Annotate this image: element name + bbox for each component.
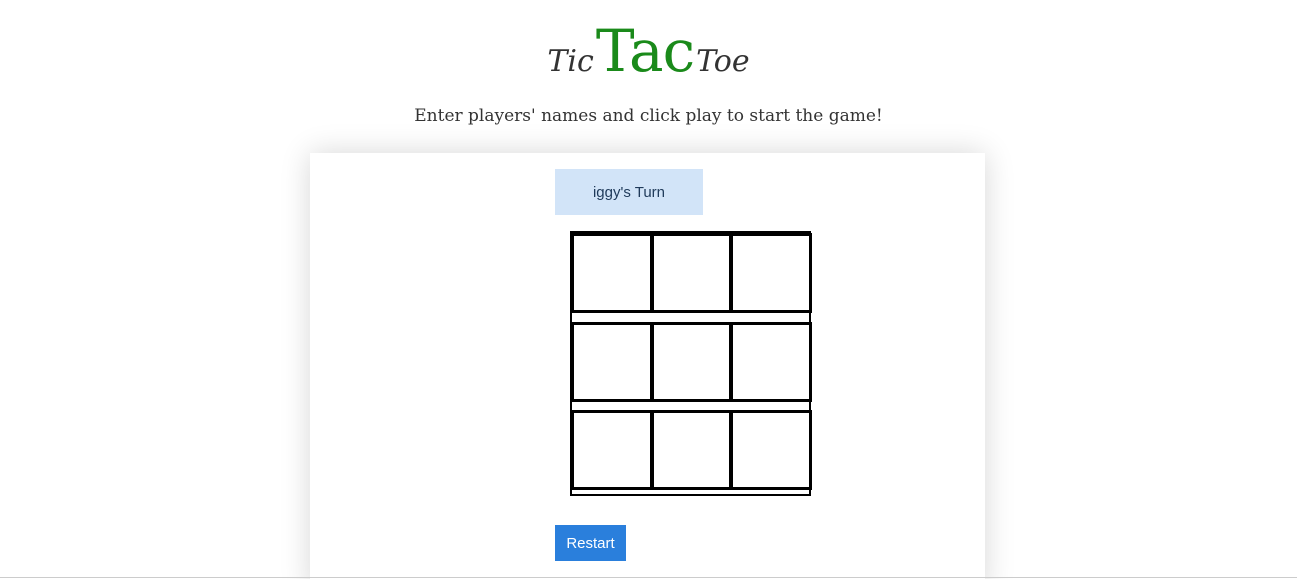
game-board — [570, 231, 812, 496]
title-tic: Tic — [547, 44, 594, 79]
bottom-divider — [0, 577, 1297, 578]
board-row-3 — [572, 410, 812, 490]
turn-indicator: iggy's Turn — [555, 169, 703, 215]
game-title: TicTacToe — [0, 22, 1297, 80]
page: TicTacToe Enter players' names and click… — [0, 0, 1297, 579]
board-cell-8[interactable] — [651, 411, 732, 489]
title-tac: Tac — [595, 17, 695, 85]
board-cell-6[interactable] — [731, 323, 812, 401]
restart-button[interactable]: Restart — [555, 525, 626, 561]
board-cell-1[interactable] — [572, 234, 652, 312]
board-cell-3[interactable] — [731, 234, 812, 312]
board-row-1 — [572, 233, 812, 313]
board-row-2 — [572, 322, 812, 402]
board-cell-9[interactable] — [731, 411, 812, 489]
board-cell-7[interactable] — [572, 411, 652, 489]
board-cell-5[interactable] — [651, 323, 732, 401]
board-cell-2[interactable] — [651, 234, 732, 312]
game-panel: iggy's Turn Restart — [310, 153, 985, 579]
title-toe: Toe — [696, 44, 750, 79]
instructions-text: Enter players' names and click play to s… — [414, 106, 883, 126]
board-cell-4[interactable] — [572, 323, 652, 401]
